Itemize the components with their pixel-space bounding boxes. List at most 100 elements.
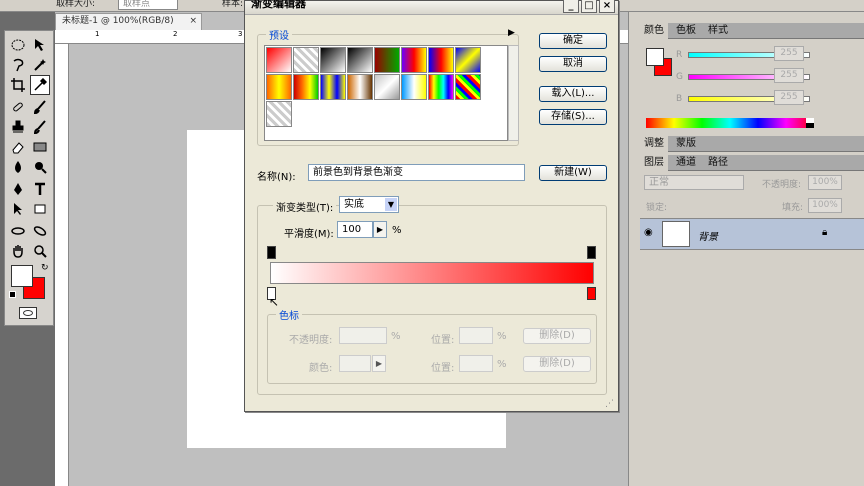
presets-scrollbar[interactable]	[508, 45, 519, 141]
stop-color-swatch[interactable]	[339, 355, 371, 372]
eyedropper-tool-icon[interactable]	[30, 75, 50, 95]
preset-swatch[interactable]	[428, 47, 454, 73]
tab-swatches[interactable]: 色板	[672, 23, 700, 39]
sample-size-select[interactable]: 取样点	[118, 0, 178, 10]
quick-mask-icon[interactable]	[19, 307, 37, 319]
maximize-icon[interactable]: □	[581, 0, 597, 13]
layer-opacity-label: 不透明度:	[762, 180, 802, 190]
resize-grip-icon[interactable]: ⋰	[605, 399, 617, 411]
history-brush-icon[interactable]	[30, 117, 50, 137]
color-position-label: 位置:	[431, 363, 455, 374]
smoothness-arrow-icon[interactable]: ▶	[373, 221, 387, 238]
lasso-tool-icon[interactable]	[8, 55, 28, 75]
3d-rotate-icon[interactable]	[8, 221, 28, 241]
preset-swatch[interactable]	[428, 74, 454, 100]
stop-opacity-input[interactable]	[339, 327, 387, 344]
delete-opacity-stop-button[interactable]: 删除(D)	[523, 328, 591, 344]
presets-group: 预设 ▶	[257, 27, 519, 146]
opacity-position-label: 位置:	[431, 335, 455, 346]
magic-wand-icon[interactable]	[30, 55, 50, 75]
save-button[interactable]: 存储(S)...	[539, 109, 607, 125]
blend-mode-select[interactable]: 正常	[644, 175, 744, 190]
close-icon[interactable]: ×	[599, 0, 615, 13]
delete-color-stop-button[interactable]: 删除(D)	[523, 356, 591, 372]
tab-masks[interactable]: 蒙版	[672, 136, 700, 152]
swap-colors-icon[interactable]: ↻	[41, 263, 49, 273]
dodge-tool-icon[interactable]	[30, 157, 50, 177]
tab-styles[interactable]: 样式	[704, 23, 732, 39]
fill-input[interactable]: 100%	[808, 198, 842, 213]
preset-swatch[interactable]	[266, 101, 292, 127]
ruler-mark: 1	[95, 30, 100, 38]
preset-swatch[interactable]	[266, 74, 292, 100]
preset-swatch[interactable]	[320, 74, 346, 100]
preset-swatch[interactable]	[293, 47, 319, 73]
visibility-eye-icon[interactable]: ◉	[644, 227, 653, 238]
preset-swatch[interactable]	[455, 47, 481, 73]
hand-tool-icon[interactable]	[8, 241, 28, 261]
healing-brush-icon[interactable]	[8, 97, 28, 117]
brush-tool-icon[interactable]	[30, 97, 50, 117]
color-position-input[interactable]	[459, 355, 493, 372]
gradient-name-field[interactable]: 前景色到背景色渐变	[308, 164, 525, 181]
close-document-icon[interactable]: ×	[189, 14, 197, 29]
panel-foreground-swatch[interactable]	[646, 48, 664, 66]
blur-tool-icon[interactable]	[8, 157, 28, 177]
tab-color[interactable]: 颜色	[640, 23, 668, 39]
color-stop-right[interactable]	[587, 287, 596, 300]
preset-swatch[interactable]	[293, 74, 319, 100]
preset-swatch[interactable]	[401, 74, 427, 100]
spectrum-bw[interactable]	[806, 118, 814, 128]
preset-swatch[interactable]	[347, 47, 373, 73]
preset-swatch[interactable]	[374, 47, 400, 73]
pen-tool-icon[interactable]	[8, 179, 28, 199]
gradient-type-select[interactable]: 实底 ▼	[339, 196, 399, 213]
new-button[interactable]: 新建(W)	[539, 165, 607, 181]
type-tool-icon[interactable]	[30, 179, 50, 199]
marquee-tool-icon[interactable]	[8, 35, 28, 55]
cancel-button[interactable]: 取消	[539, 56, 607, 72]
panel-dock-strip	[628, 12, 640, 486]
adjust-panel-tabs: 调整 蒙版	[640, 136, 864, 152]
vertical-ruler	[55, 44, 69, 486]
minimize-icon[interactable]: _	[563, 0, 579, 13]
r-value[interactable]: 255	[774, 46, 804, 61]
ok-button[interactable]: 确定	[539, 33, 607, 49]
foreground-color-swatch[interactable]	[11, 265, 33, 287]
gradient-tool-icon[interactable]	[30, 137, 50, 157]
b-value[interactable]: 255	[774, 90, 804, 105]
path-select-icon[interactable]	[8, 199, 28, 219]
eraser-tool-icon[interactable]	[8, 137, 28, 157]
opacity-stop-right[interactable]	[587, 246, 596, 259]
opacity-stop-left[interactable]	[267, 246, 276, 259]
preset-swatch[interactable]	[266, 47, 292, 73]
crop-tool-icon[interactable]	[8, 75, 28, 95]
document-tab[interactable]: 未标题-1 @ 100%(RGB/8) ×	[55, 13, 202, 30]
tab-paths[interactable]: 路径	[704, 155, 732, 171]
load-button[interactable]: 载入(L)...	[539, 86, 607, 102]
stamp-tool-icon[interactable]	[8, 117, 28, 137]
chevron-down-icon[interactable]: ▼	[385, 198, 397, 211]
preset-swatch[interactable]	[401, 47, 427, 73]
preset-swatch[interactable]	[320, 47, 346, 73]
presets-menu-icon[interactable]: ▶	[508, 28, 515, 38]
3d-orbit-icon[interactable]	[30, 221, 50, 241]
g-value[interactable]: 255	[774, 68, 804, 83]
tab-channels[interactable]: 通道	[672, 155, 700, 171]
preset-swatch[interactable]	[455, 74, 481, 100]
opacity-position-input[interactable]	[459, 327, 493, 344]
gradient-preview-bar[interactable]	[270, 262, 594, 284]
layer-row[interactable]: ◉ 背景 🔒︎	[640, 218, 864, 250]
default-colors-icon[interactable]	[9, 291, 16, 298]
shape-tool-icon[interactable]	[30, 199, 50, 219]
layer-opacity-input[interactable]: 100%	[808, 175, 842, 190]
move-tool-icon[interactable]	[30, 35, 50, 55]
zoom-tool-icon[interactable]	[30, 241, 50, 261]
smoothness-input[interactable]: 100	[337, 221, 373, 238]
preset-swatch[interactable]	[374, 74, 400, 100]
color-spectrum[interactable]	[646, 118, 814, 128]
stop-color-arrow-icon[interactable]: ▶	[372, 355, 386, 372]
preset-swatch[interactable]	[347, 74, 373, 100]
tab-adjustments[interactable]: 调整	[640, 136, 668, 152]
tab-layers[interactable]: 图层	[640, 155, 668, 171]
